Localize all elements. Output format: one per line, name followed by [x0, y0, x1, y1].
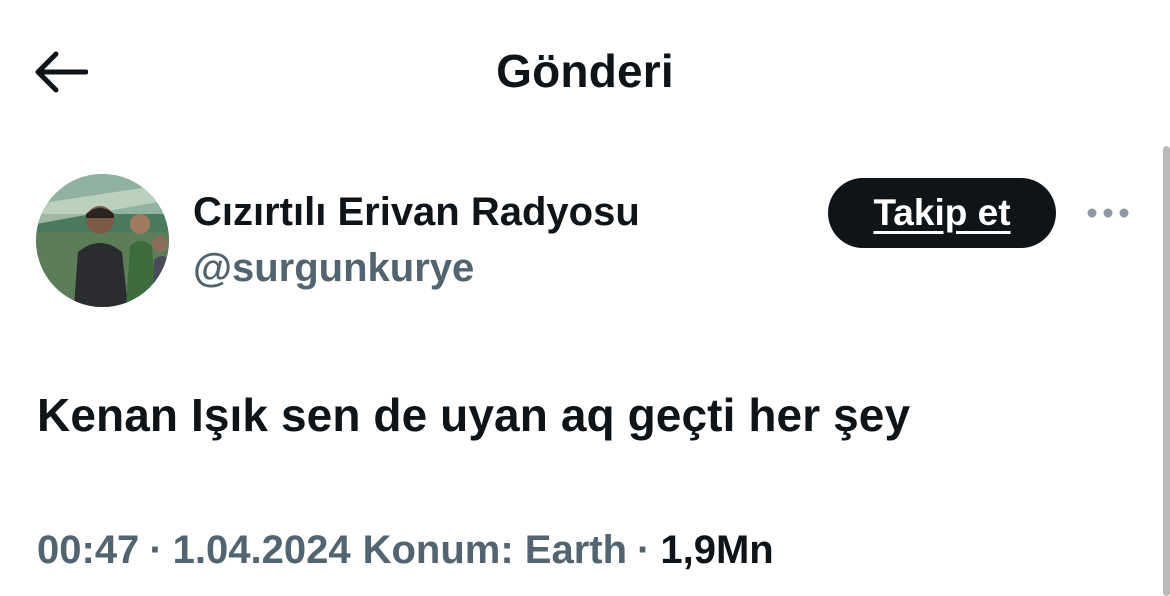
- view-count[interactable]: 1,9Mn: [660, 528, 773, 573]
- display-name[interactable]: Cızırtılı Erivan Radyosu: [193, 190, 640, 235]
- more-options-button[interactable]: [1082, 196, 1134, 230]
- tweet-date[interactable]: 1.04.2024: [173, 528, 351, 573]
- meta-separator: ·: [149, 528, 163, 572]
- tweet-text: Kenan Işık sen de uyan aq geçti her şey: [37, 389, 911, 441]
- tweet-meta: 00:47 · 1.04.2024 Konum: Earth · 1,9Mn: [37, 528, 774, 573]
- follow-button[interactable]: Takip et: [828, 178, 1056, 248]
- tweet-location: Konum: Earth: [362, 528, 628, 572]
- page-title: Gönderi: [496, 45, 674, 97]
- tweet-time[interactable]: 00:47: [37, 528, 139, 573]
- more-horizontal-icon: [1087, 208, 1129, 218]
- user-handle[interactable]: @surgunkurye: [193, 246, 474, 291]
- meta-separator: ·: [637, 528, 651, 572]
- profile-photo: [36, 174, 169, 307]
- top-bar: Gönderi: [0, 0, 1170, 140]
- scrollbar[interactable]: [1163, 146, 1170, 596]
- avatar[interactable]: [36, 174, 169, 307]
